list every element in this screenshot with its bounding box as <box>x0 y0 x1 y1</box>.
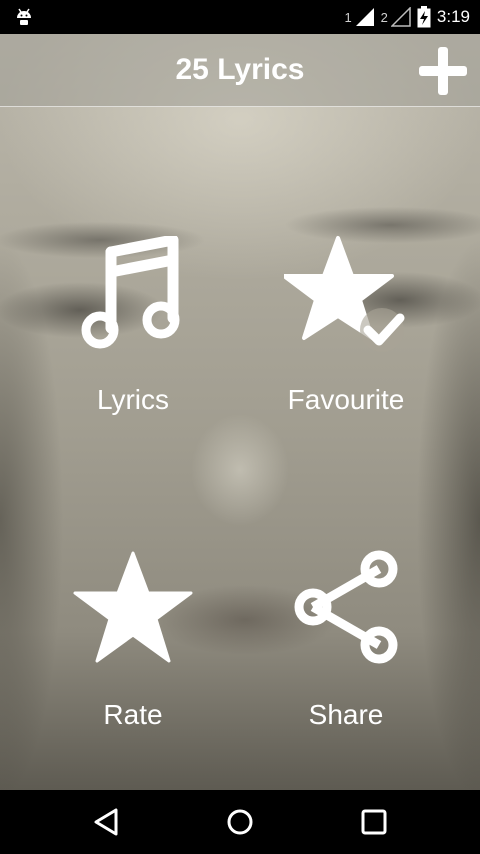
navigation-bar <box>0 790 480 854</box>
star-icon <box>73 551 193 663</box>
status-bar: 1 2 3:19 <box>0 0 480 34</box>
favourite-label: Favourite <box>287 384 405 415</box>
music-note-icon <box>81 236 180 349</box>
home-button[interactable] <box>220 802 260 842</box>
battery-charging-icon <box>417 6 431 28</box>
signal-sim1-icon <box>355 8 374 26</box>
back-button[interactable] <box>86 802 126 842</box>
share-icon <box>294 550 398 664</box>
lyrics-tile[interactable]: Lyrics <box>33 230 233 430</box>
star-check-icon <box>284 236 405 352</box>
android-debug-icon <box>17 8 31 26</box>
back-icon <box>94 808 118 836</box>
sim1-label: 1 <box>344 9 352 25</box>
add-button[interactable] <box>416 44 470 98</box>
screen: 1 2 3:19 25 Lyrics Lyrics Favourite Rate… <box>0 0 480 854</box>
home-icon <box>227 809 253 835</box>
signal-sim2-icon <box>390 7 411 27</box>
status-icons: 1 2 3:19 <box>344 0 470 34</box>
recents-icon <box>361 809 387 835</box>
plus-icon <box>419 47 467 95</box>
app-bar: 25 Lyrics <box>0 34 480 107</box>
lyrics-label: Lyrics <box>96 384 170 415</box>
recents-button[interactable] <box>354 802 394 842</box>
clock: 3:19 <box>436 7 470 26</box>
share-label: Share <box>308 699 384 730</box>
app-title: 25 Lyrics <box>175 53 305 86</box>
share-tile[interactable]: Share <box>246 545 446 745</box>
rate-tile[interactable]: Rate <box>33 545 233 745</box>
favourite-tile[interactable]: Favourite <box>246 230 446 430</box>
rate-label: Rate <box>103 699 163 730</box>
sim2-label: 2 <box>380 9 388 25</box>
